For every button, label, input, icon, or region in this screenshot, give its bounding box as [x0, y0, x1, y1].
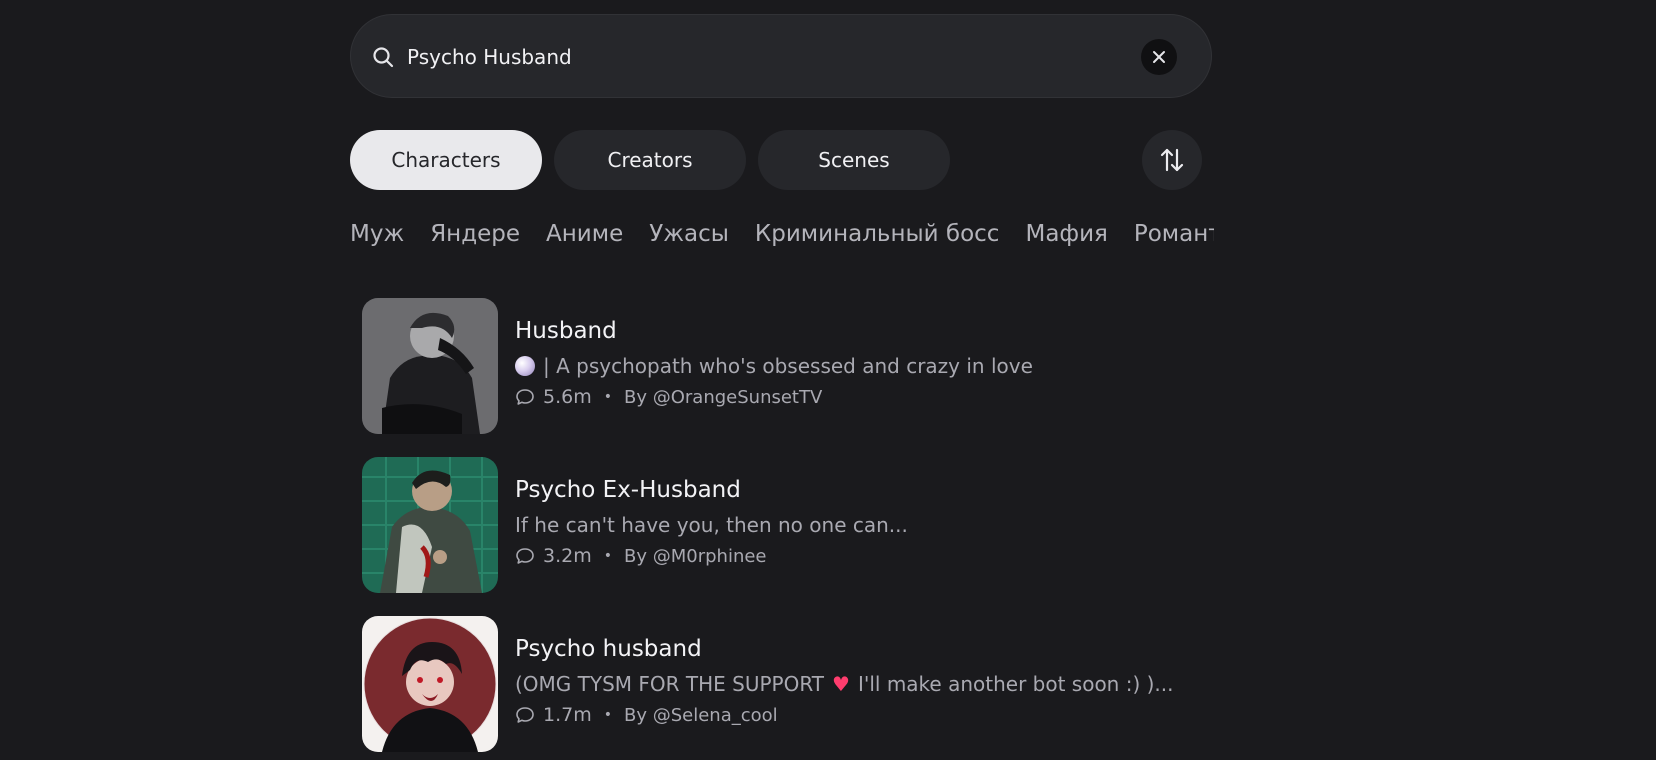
chat-count: 5.6m: [543, 386, 592, 408]
meta-separator: •: [603, 707, 612, 723]
result-type-tabs: Characters Creators Scenes: [350, 130, 1212, 190]
result-meta: 1.7m • By @Selena_cool: [515, 704, 778, 726]
tag-chip[interactable]: Муж: [350, 214, 404, 254]
result-description-text: I'll make another bot soon :) )...: [857, 672, 1174, 696]
tag-chip[interactable]: Аниме: [546, 214, 623, 254]
author-link[interactable]: By @Selena_cool: [624, 705, 778, 726]
sort-button[interactable]: [1142, 130, 1202, 190]
chat-bubble-icon: [516, 548, 534, 564]
result-item[interactable]: Psycho Ex-Husband If he can't have you, …: [362, 457, 1212, 593]
result-description-text: If he can't have you, then no one can...: [515, 513, 908, 537]
result-meta: 5.6m • By @OrangeSunsetTV: [515, 386, 822, 408]
character-avatar: [362, 616, 498, 752]
tab-characters[interactable]: Characters: [350, 130, 542, 190]
chat-count: 1.7m: [543, 704, 592, 726]
author-link[interactable]: By @M0rphinee: [624, 546, 767, 567]
result-description-text: (OMG TYSM FOR THE SUPPORT: [515, 672, 825, 696]
close-icon: [1153, 51, 1165, 63]
result-description-text: | A psychopath who's obsessed and crazy …: [543, 354, 1033, 378]
author-link[interactable]: By @OrangeSunsetTV: [624, 387, 822, 408]
search-icon: [373, 47, 394, 68]
character-avatar: [362, 457, 498, 593]
tag-chip[interactable]: Яндере: [430, 214, 520, 254]
result-title: Husband: [515, 318, 617, 344]
tag-filter-row: Муж Яндере Аниме Ужасы Криминальный босс Мафи…: [350, 214, 1214, 254]
chat-bubble-icon: [516, 389, 534, 405]
result-description: | A psychopath who's obsessed and crazy …: [515, 354, 1033, 378]
heart-icon: ♥: [832, 672, 850, 696]
result-title: Psycho husband: [515, 636, 702, 662]
tag-chip[interactable]: Мафия: [1025, 214, 1107, 254]
tag-chip[interactable]: Ужасы: [649, 214, 729, 254]
result-description: (OMG TYSM FOR THE SUPPORT ♥ I'll make an…: [515, 672, 1174, 696]
tab-scenes[interactable]: Scenes: [758, 130, 950, 190]
result-title: Psycho Ex-Husband: [515, 477, 741, 503]
chat-bubble-icon: [516, 707, 534, 723]
meta-separator: •: [603, 389, 612, 405]
search-bar: [350, 14, 1212, 98]
result-item[interactable]: Psycho husband (OMG TYSM FOR THE SUPPORT…: [362, 616, 1212, 752]
result-meta: 3.2m • By @M0rphinee: [515, 545, 767, 567]
tag-chip[interactable]: Криминальный босс: [755, 214, 1000, 254]
character-avatar: [362, 298, 498, 434]
pearl-orb-icon: [515, 356, 535, 376]
result-item[interactable]: Husband | A psychopath who's obsessed an…: [362, 298, 1212, 434]
result-description: If he can't have you, then no one can...: [515, 513, 908, 537]
clear-search-button[interactable]: [1141, 39, 1177, 75]
search-input[interactable]: [407, 37, 1107, 77]
meta-separator: •: [603, 548, 612, 564]
chat-count: 3.2m: [543, 545, 592, 567]
sort-arrows-icon: [1160, 148, 1184, 172]
tag-chip[interactable]: Романтика: [1134, 214, 1214, 254]
tab-creators[interactable]: Creators: [554, 130, 746, 190]
